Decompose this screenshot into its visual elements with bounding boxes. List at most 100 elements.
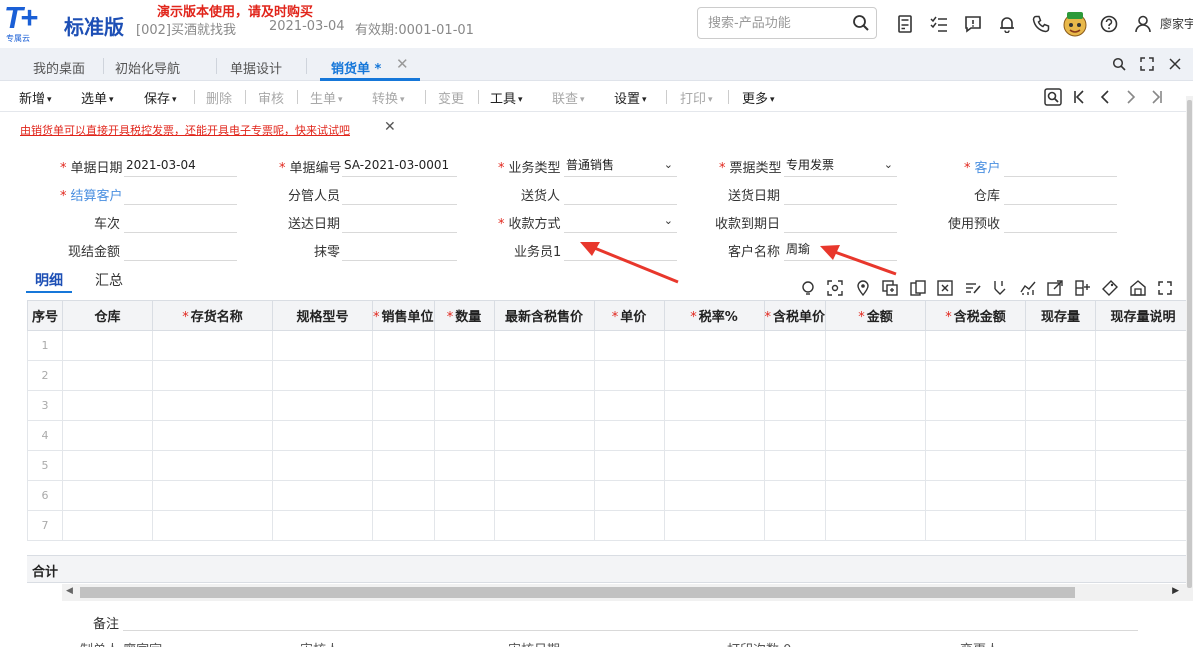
grid-cell[interactable] <box>663 510 765 541</box>
grid-cell[interactable] <box>372 510 435 541</box>
location-pin-icon[interactable] <box>849 278 877 298</box>
pay-method-select[interactable]: ⌄ <box>564 211 677 233</box>
grid-cell[interactable] <box>152 360 273 391</box>
tab-doc-design[interactable]: 单据设计 <box>230 58 282 77</box>
grid-cell[interactable] <box>593 330 665 361</box>
grid-cell[interactable] <box>593 360 665 391</box>
grid-cell[interactable] <box>1025 360 1097 391</box>
grid-cell[interactable] <box>663 480 765 511</box>
grid-cell[interactable] <box>593 450 665 481</box>
grid-cell[interactable] <box>763 450 827 481</box>
grid-cell[interactable] <box>372 450 435 481</box>
grid-cell[interactable] <box>1025 480 1097 511</box>
row-number-cell[interactable]: 7 <box>27 510 63 541</box>
change-button[interactable]: 变更 <box>438 88 464 107</box>
grid-cell[interactable] <box>272 360 373 391</box>
grid-cell[interactable] <box>763 360 827 391</box>
settings-button[interactable]: 设置 ▾ <box>614 88 647 107</box>
scan-icon[interactable] <box>822 278 850 298</box>
close-tab-icon[interactable]: ✕ <box>396 55 409 73</box>
grid-cell[interactable] <box>152 420 273 451</box>
grid-cell[interactable] <box>763 480 827 511</box>
grid-cell[interactable] <box>825 360 927 391</box>
grid-cell[interactable] <box>1095 450 1192 481</box>
row-number-cell[interactable]: 4 <box>27 420 63 451</box>
use-prepay-field[interactable] <box>1004 211 1117 233</box>
chart-icon[interactable] <box>1014 278 1042 298</box>
grid-cell[interactable] <box>62 330 153 361</box>
audit-button[interactable]: 审核 <box>258 88 284 107</box>
table-row[interactable]: 5 <box>27 450 1192 481</box>
table-row[interactable]: 2 <box>27 360 1192 391</box>
tab-init-guide[interactable]: 初始化导航 <box>115 58 180 77</box>
table-row[interactable]: 7 <box>27 510 1192 541</box>
table-row[interactable]: 6 <box>27 480 1192 511</box>
generate-doc-button[interactable]: 生单 ▾ <box>310 88 343 107</box>
col-header-index[interactable]: 序号 <box>27 300 63 331</box>
grid-cell[interactable] <box>1025 450 1097 481</box>
grid-cell[interactable] <box>493 330 595 361</box>
col-header-stock[interactable]: 现存量 <box>1025 300 1097 331</box>
close-window-icon[interactable] <box>1161 52 1189 76</box>
doc-date-field[interactable]: 2021-03-04 <box>124 155 237 177</box>
grid-cell[interactable] <box>493 390 595 421</box>
grid-cell[interactable] <box>62 510 153 541</box>
settle-customer-field[interactable] <box>124 183 237 205</box>
grid-cell[interactable] <box>663 390 765 421</box>
grid-cell[interactable] <box>825 390 927 421</box>
tab-sales-order[interactable]: 销货单 * <box>331 58 381 77</box>
e-invoice-notice-link[interactable]: 由销货单可以直接开具税控发票，还能开具电子专票呢，快来试试吧 <box>20 122 350 138</box>
tab-desktop[interactable]: 我的桌面 <box>33 58 85 77</box>
notification-bell-icon[interactable] <box>990 10 1024 38</box>
col-header-warehouse[interactable]: 仓库 <box>62 300 153 331</box>
tab-search-icon[interactable] <box>1105 52 1133 76</box>
grid-cell[interactable] <box>925 360 1027 391</box>
query-button[interactable]: 联查 ▾ <box>552 88 585 107</box>
grid-cell[interactable] <box>825 450 927 481</box>
copy-row-icon[interactable] <box>904 278 932 298</box>
export-icon[interactable] <box>1042 278 1070 298</box>
table-row[interactable]: 1 <box>27 330 1192 361</box>
delete-button[interactable]: 删除 <box>206 88 232 107</box>
tag-icon[interactable] <box>1097 278 1125 298</box>
grid-cell[interactable] <box>493 510 595 541</box>
scrollbar-thumb[interactable] <box>80 587 1075 598</box>
table-row[interactable]: 4 <box>27 420 1192 451</box>
bulb-icon[interactable] <box>794 278 822 298</box>
user-name[interactable]: 廖家宇 <box>1160 15 1193 32</box>
grid-cell[interactable] <box>493 360 595 391</box>
cash-amount-field[interactable] <box>124 239 237 261</box>
grid-cell[interactable] <box>372 390 435 421</box>
first-record-icon[interactable] <box>1066 85 1092 109</box>
grid-cell[interactable] <box>152 450 273 481</box>
grid-cell[interactable] <box>433 450 495 481</box>
mascot-icon[interactable] <box>1058 10 1092 38</box>
grid-cell[interactable] <box>925 420 1027 451</box>
col-header-amount[interactable]: * 金额 <box>825 300 927 331</box>
invoice-type-select[interactable]: 专用发票 ⌄ <box>784 155 897 177</box>
grid-cell[interactable] <box>152 510 273 541</box>
col-header-quantity[interactable]: * 数量 <box>433 300 495 331</box>
grid-cell[interactable] <box>493 450 595 481</box>
vehicle-field[interactable] <box>124 211 237 233</box>
grid-cell[interactable] <box>825 420 927 451</box>
calculator-icon[interactable] <box>888 10 922 38</box>
previous-record-icon[interactable] <box>1092 85 1118 109</box>
grid-cell[interactable] <box>825 330 927 361</box>
grid-cell[interactable] <box>663 420 765 451</box>
grid-cell[interactable] <box>152 390 273 421</box>
grid-cell[interactable] <box>1095 390 1192 421</box>
grid-cell[interactable] <box>925 510 1027 541</box>
grid-cell[interactable] <box>593 390 665 421</box>
grid-cell[interactable] <box>663 360 765 391</box>
convert-button[interactable]: 转换 ▾ <box>372 88 405 107</box>
grid-cell[interactable] <box>433 390 495 421</box>
grid-cell[interactable] <box>433 420 495 451</box>
customer-field[interactable] <box>1004 155 1117 177</box>
grid-cell[interactable] <box>763 510 827 541</box>
scroll-left-icon[interactable]: ◀ <box>66 586 73 596</box>
row-number-cell[interactable]: 1 <box>27 330 63 361</box>
arrive-date-field[interactable] <box>342 211 457 233</box>
task-list-icon[interactable] <box>922 10 956 38</box>
grid-cell[interactable] <box>663 330 765 361</box>
